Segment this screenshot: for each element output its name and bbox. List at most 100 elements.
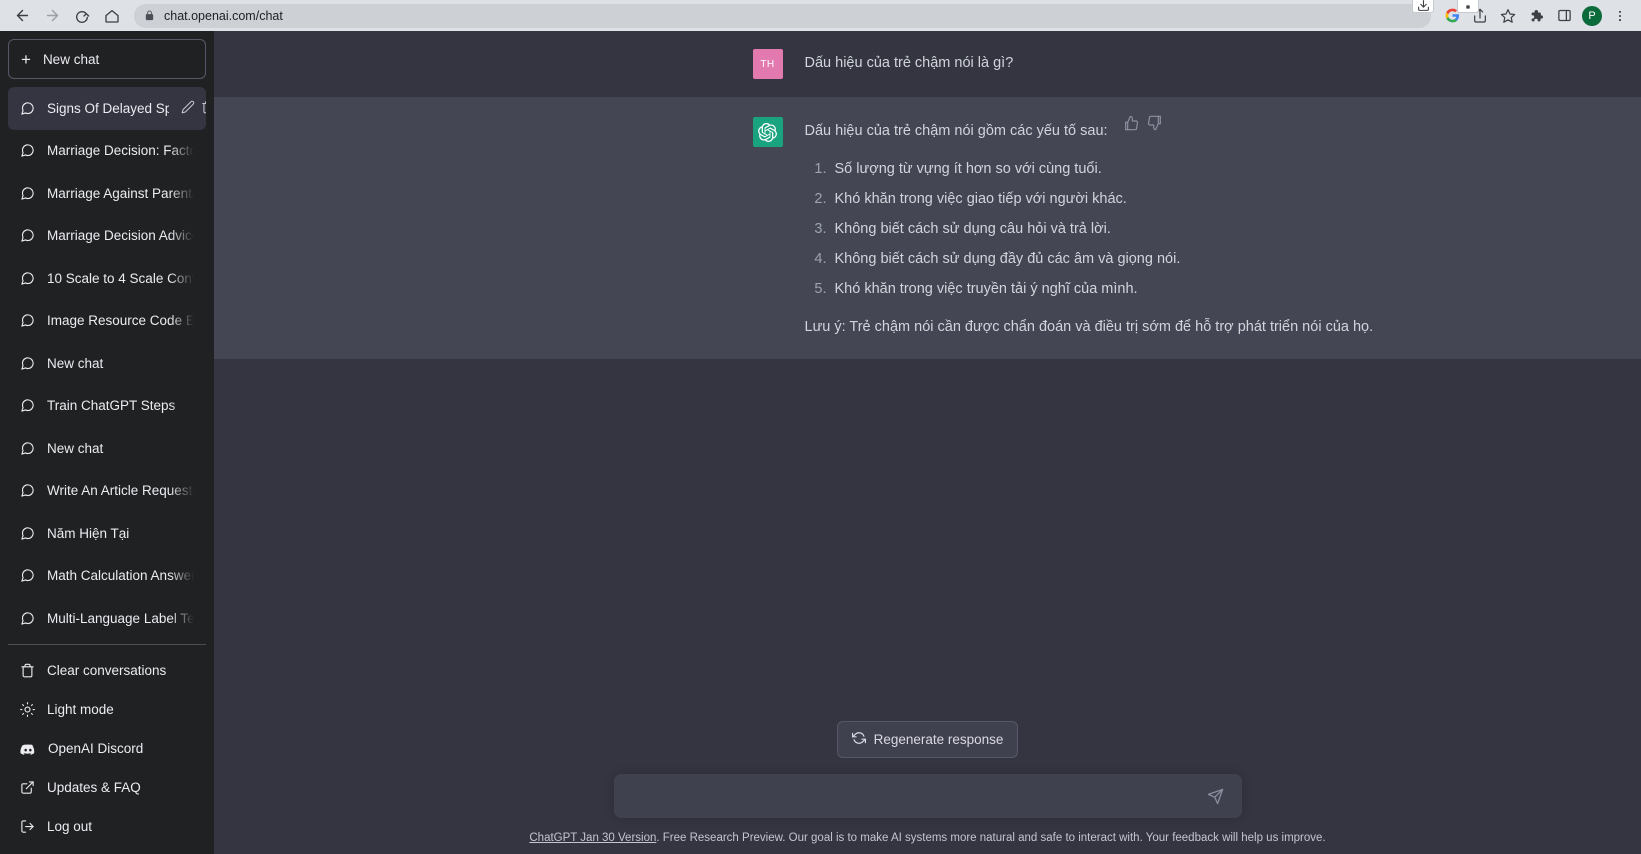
chat-bubble-icon (20, 398, 35, 413)
conversation-title: Signs Of Delayed Speec (47, 100, 169, 116)
assistant-list-item: Không biết cách sử dụng đầy đủ các âm và… (831, 248, 1405, 272)
side-panel-icon[interactable] (1551, 3, 1577, 29)
secondary-indicator[interactable] (1457, 0, 1479, 13)
conversation-title: Math Calculation Answer (47, 568, 194, 584)
chat-bubble-icon (20, 186, 35, 201)
main-content: TH Dấu hiệu của trẻ chậm nói là gì? Dấu … (214, 31, 1641, 854)
chat-bubble-icon (20, 271, 35, 286)
regenerate-label: Regenerate response (873, 732, 1004, 747)
chat-bubble-icon (20, 143, 35, 158)
sidebar-footer-label: Light mode (47, 702, 114, 717)
extensions-puzzle-icon[interactable] (1523, 3, 1549, 29)
conversation-item[interactable]: Math Calculation Answer (8, 555, 206, 598)
conversation-item[interactable]: Marriage Decision: Factors To (8, 130, 206, 173)
sidebar-footer-item-log-out[interactable]: Log out (8, 807, 206, 846)
download-indicator[interactable] (1412, 0, 1434, 13)
conversation-title: New chat (47, 355, 104, 371)
composer-area: Regenerate response ChatGPT Jan 30 Versi… (214, 721, 1641, 854)
assistant-list-item-text: Khó khăn trong việc giao tiếp với người … (834, 190, 1127, 207)
sidebar-footer-item-openai-discord[interactable]: OpenAI Discord (8, 729, 206, 768)
message-composer[interactable] (613, 774, 1242, 818)
chatgpt-logo-icon (752, 117, 783, 147)
sidebar-footer-item-updates-faq[interactable]: Updates & FAQ (8, 768, 206, 807)
conversation-item[interactable]: New chat (8, 342, 206, 385)
refresh-icon (851, 731, 866, 748)
version-link[interactable]: ChatGPT Jan 30 Version (529, 832, 656, 844)
conversation-item[interactable]: Write An Article Requested (8, 470, 206, 513)
conversation-title: Multi-Language Label Text Solu (47, 610, 194, 626)
bookmark-star-icon[interactable] (1495, 3, 1521, 29)
conversation-item[interactable]: Image Resource Code Explanat (8, 300, 206, 343)
profile-avatar[interactable]: P (1582, 5, 1602, 26)
conversation-title: Marriage Decision Advice (47, 228, 194, 244)
feedback-buttons (1123, 115, 1163, 131)
assistant-list-item: Không biết cách sử dụng câu hỏi và trả l… (831, 218, 1405, 242)
edit-conversation-icon[interactable] (181, 100, 195, 117)
new-chat-label: New chat (42, 51, 100, 67)
sidebar-footer-item-clear-conversations[interactable]: Clear conversations (8, 651, 206, 690)
url-text: chat.openai.com/chat (164, 8, 283, 23)
conversation-list[interactable]: Signs Of Delayed Speec Marriage Decision:… (8, 87, 206, 644)
chat-bubble-icon (20, 568, 35, 583)
conversation-item[interactable]: Train ChatGPT Steps (8, 385, 206, 428)
assistant-intro-text: Dấu hiệu của trẻ chậm nói gồm các yếu tố… (804, 123, 1108, 139)
forward-button[interactable] (38, 2, 66, 30)
chatgpt-app: + New chat Signs Of Delayed Speec Marriag… (0, 31, 1641, 854)
new-chat-button[interactable]: + New chat (8, 39, 206, 79)
conversation-title: New chat (47, 440, 104, 456)
conversation-title: Marriage Against Parental Wil (47, 185, 194, 201)
home-button[interactable] (98, 2, 126, 30)
sidebar-footer: Clear conversations Light mode OpenAI Disc… (8, 644, 206, 846)
sidebar-footer-label: Log out (47, 819, 93, 834)
sidebar-footer-label: Updates & FAQ (47, 780, 141, 795)
conversation-title: Image Resource Code Explanat (47, 313, 194, 329)
address-bar[interactable]: chat.openai.com/chat (134, 3, 1431, 28)
external-link-icon (20, 780, 35, 795)
chat-bubble-icon (20, 313, 35, 328)
chat-bubble-icon (20, 356, 35, 371)
conversation-title: Năm Hiện Tại (47, 525, 130, 541)
reload-button[interactable] (68, 2, 96, 30)
send-icon[interactable] (1203, 784, 1228, 809)
conversation-item[interactable]: Marriage Decision Advice (8, 215, 206, 258)
assistant-note-text: Lưu ý: Trẻ chậm nói cần được chẩn đoán v… (804, 318, 1374, 335)
thumbs-down-icon[interactable] (1147, 115, 1163, 131)
user-message-text: Dấu hiệu của trẻ chậm nói là gì? (804, 55, 1014, 71)
delete-conversation-icon[interactable] (201, 100, 206, 117)
message-input[interactable] (627, 788, 1203, 804)
user-message-row: TH Dấu hiệu của trẻ chậm nói là gì? (214, 31, 1641, 97)
sidebar-footer-label: OpenAI Discord (48, 741, 144, 756)
chat-bubble-icon (20, 483, 35, 498)
kebab-menu-icon[interactable] (1607, 3, 1633, 29)
sidebar: + New chat Signs Of Delayed Speec Marriag… (0, 31, 214, 854)
conversation-item[interactable]: Multi-Language Label Text Solu (8, 597, 206, 640)
browser-toolbar: chat.openai.com/chat P (0, 0, 1641, 31)
assistant-list-item-text: Số lượng từ vựng ít hơn so với cùng tuổi… (834, 160, 1102, 177)
chat-thread: TH Dấu hiệu của trẻ chậm nói là gì? Dấu … (214, 31, 1641, 360)
lock-icon (144, 10, 155, 21)
assistant-list-item: Khó khăn trong việc truyền tải ý nghĩ củ… (831, 278, 1405, 302)
regenerate-response-button[interactable]: Regenerate response (836, 721, 1019, 758)
logout-icon (20, 819, 35, 834)
chat-bubble-icon (20, 441, 35, 456)
back-button[interactable] (8, 2, 36, 30)
thumbs-up-icon[interactable] (1123, 115, 1139, 131)
conversation-item-active[interactable]: Signs Of Delayed Speec (8, 87, 206, 130)
trash-icon (20, 663, 35, 678)
assistant-message-body: Dấu hiệu của trẻ chậm nói gồm các yếu tố… (805, 117, 1405, 339)
user-avatar: TH (752, 49, 783, 79)
assistant-list-item-text: Không biết cách sử dụng đầy đủ các âm và… (834, 250, 1181, 267)
conversation-title: 10 Scale to 4 Scale Conversion (47, 270, 194, 286)
chat-bubble-icon (20, 526, 35, 541)
conversation-item[interactable]: New chat (8, 427, 206, 470)
assistant-list: Số lượng từ vựng ít hơn so với cùng tuổi… (805, 158, 1405, 302)
sidebar-footer-item-light-mode[interactable]: Light mode (8, 690, 206, 729)
conversation-item[interactable]: 10 Scale to 4 Scale Conversion (8, 257, 206, 300)
conversation-item[interactable]: Năm Hiện Tại (8, 512, 206, 555)
conversation-item[interactable]: Marriage Against Parental Wil (8, 172, 206, 215)
conversation-title: Marriage Decision: Factors To (47, 143, 194, 159)
conversation-title: Write An Article Requested (47, 483, 194, 499)
plus-icon: + (21, 49, 31, 69)
sun-icon (20, 702, 35, 717)
assistant-message-row: Dấu hiệu của trẻ chậm nói gồm các yếu tố… (214, 97, 1641, 360)
